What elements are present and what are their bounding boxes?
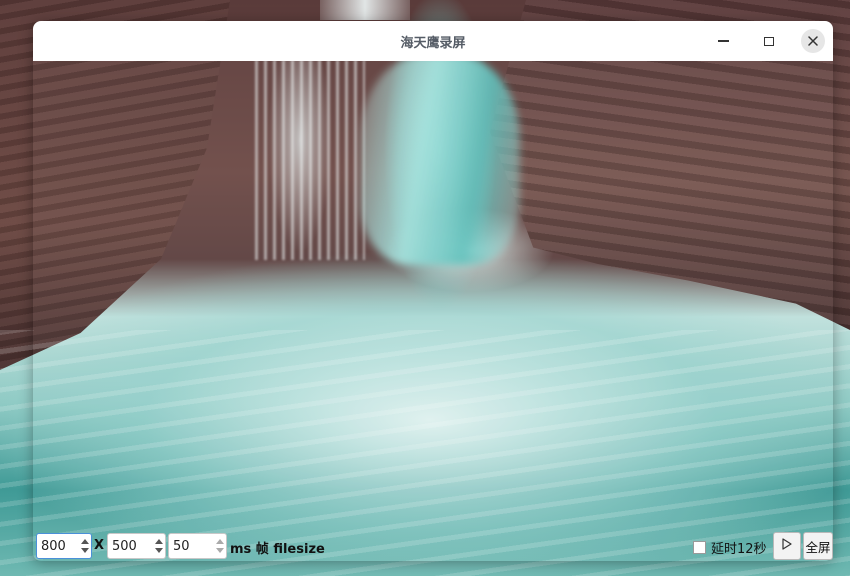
height-decrement-icon[interactable] [154,548,163,553]
width-input[interactable] [37,534,81,558]
interval-spinbox[interactable] [168,533,227,559]
width-increment-icon[interactable] [81,539,89,544]
wallpaper-falls-top [320,0,410,20]
delay-label: 延时12秒 [711,541,767,557]
interval-decrement-icon[interactable] [215,548,224,553]
height-spinbox[interactable] [107,533,166,559]
height-input[interactable] [108,534,155,558]
title-bar[interactable]: 海天鹰录屏 [33,21,833,61]
size-separator: X [94,538,105,553]
interval-increment-icon[interactable] [215,539,224,544]
interval-input[interactable] [169,534,216,558]
delay-option[interactable]: 延时12秒 [693,536,767,558]
interval-unit-label: ms 帧 filesize [230,542,325,557]
close-icon [801,29,825,53]
play-icon [782,538,792,554]
fullscreen-button[interactable]: 全屏 [803,532,833,560]
height-increment-icon[interactable] [154,539,163,544]
record-button[interactable] [773,532,801,560]
close-button[interactable] [799,27,827,55]
width-decrement-icon[interactable] [81,548,89,553]
maximize-icon [764,36,774,46]
minimize-icon [717,40,729,42]
recorder-window: 海天鹰录屏 X [33,21,833,561]
delay-checkbox[interactable] [693,540,706,554]
maximize-button[interactable] [755,27,783,55]
width-spinbox[interactable] [36,533,92,559]
minimize-button[interactable] [709,27,737,55]
